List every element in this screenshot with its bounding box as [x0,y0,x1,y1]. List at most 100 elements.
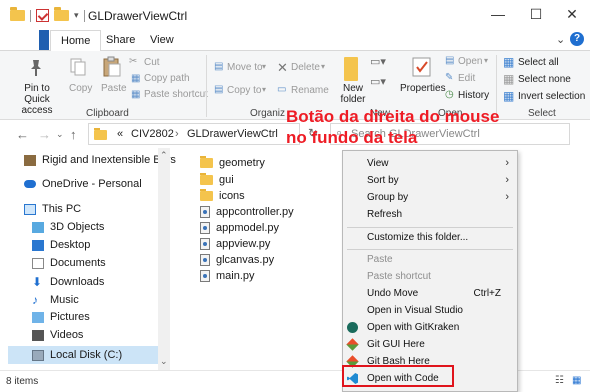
menu-item-open-visual-studio[interactable]: Open in Visual Studio [343,302,517,319]
tab-view[interactable]: View [150,34,174,46]
list-item[interactable]: gui [200,173,234,186]
help-icon[interactable]: ? [570,32,584,46]
list-item[interactable]: appview.py [200,238,270,250]
paste-shortcut-icon: ▦ [131,89,141,100]
menu-item-undo-move[interactable]: Undo Move Ctrl+Z [343,285,517,302]
list-item[interactable]: appmodel.py [200,222,279,234]
nav-scrollbar[interactable]: ⌃ ⌄ [158,148,170,370]
paste-button[interactable]: Paste [101,83,127,94]
recent-locations-icon[interactable]: ⌄ [56,129,64,140]
menu-item-open-gitkraken[interactable]: Open with GitKraken [343,319,517,336]
cut-button[interactable]: Cut [144,57,160,68]
pin-quick-access-button[interactable]: Pin to Quick access [11,83,63,116]
properties-button[interactable]: Properties [400,83,446,94]
minimize-button[interactable]: — [488,6,508,22]
breadcrumb-overflow[interactable]: « [117,128,123,140]
address-field[interactable]: « CIV2802 › GLDrawerViewCtrl [88,123,300,145]
cut-icon: ✂ [129,56,138,67]
group-select-label: Select [528,108,556,119]
python-file-icon [200,222,210,234]
nav-item-label: Pictures [50,311,90,323]
divider [30,9,31,22]
breadcrumb-civ2802[interactable]: CIV2802 [131,128,174,140]
menu-item-label: Paste [367,254,393,265]
breadcrumb-current[interactable]: GLDrawerViewCtrl [187,128,278,140]
menu-item-label: Open with GitKraken [367,322,460,333]
close-button[interactable]: ✕ [562,6,582,23]
menu-item-paste[interactable]: Paste [343,251,517,268]
customize-qat-icon[interactable]: ▾ [74,10,79,21]
move-to-button[interactable]: Move to [227,62,263,73]
maximize-button[interactable]: ☐ [526,6,546,23]
list-item[interactable]: geometry [200,156,265,169]
large-icons-view-icon[interactable]: ▦ [572,375,581,386]
list-item[interactable]: glcanvas.py [200,254,274,266]
nav-item-this-pc[interactable]: This PC [24,203,81,215]
nav-item-videos[interactable]: Videos [32,329,83,341]
nav-item-rigid-bars[interactable]: Rigid and Inextensible Bars [24,154,176,166]
select-none-button[interactable]: Select none [518,74,571,85]
open-button[interactable]: Open [458,56,482,67]
menu-item-group-by[interactable]: Group by › [343,189,517,206]
nav-item-local-disk[interactable]: Local Disk (C:) [8,346,158,364]
copy-button[interactable]: Copy [69,83,92,94]
copy-path-button[interactable]: Copy path [144,73,190,84]
chevron-right-icon: › [505,191,509,203]
copy-to-button[interactable]: Copy to [227,85,261,96]
gitkraken-icon [347,322,358,333]
menu-item-sort-by[interactable]: Sort by › [343,172,517,189]
nav-item-onedrive[interactable]: OneDrive - Personal [24,178,142,190]
context-menu: View › Sort by › Group by › Refresh Customi… [342,150,518,392]
invert-selection-button[interactable]: Invert selection [518,91,585,102]
list-item[interactable]: icons [200,189,245,202]
back-button[interactable]: ← [16,127,29,142]
item-count: 8 items [6,376,39,387]
python-file-icon [200,254,210,266]
scroll-down-icon[interactable]: ⌄ [160,356,168,367]
copy-icon [70,58,86,76]
group-organize-label: Organiz [250,108,286,119]
select-none-icon: ▦ [503,72,515,86]
forward-button[interactable]: → [38,127,51,142]
select-all-button[interactable]: Select all [518,57,559,68]
nav-item-documents[interactable]: Documents [32,257,106,269]
nav-item-downloads[interactable]: ⬇ Downloads [32,275,104,289]
list-item[interactable]: main.py [200,270,255,282]
delete-button[interactable]: Delete [291,62,320,73]
paste-shortcut-button[interactable]: Paste shortcut [144,89,208,100]
tab-home[interactable]: Home [50,30,102,51]
list-item[interactable]: appcontroller.py [200,206,294,218]
file-name: appview.py [216,238,271,250]
folder-icon [200,173,213,185]
menu-item-git-gui[interactable]: Git GUI Here [343,336,517,353]
open-with-code-highlight-box [342,365,454,387]
new-item-icon[interactable]: ▭▾ [370,55,386,68]
details-view-icon[interactable]: ☷ [555,375,564,386]
nav-item-3d-objects[interactable]: 3D Objects [32,221,104,233]
collapse-ribbon-icon[interactable]: ⌄ [556,33,565,46]
menu-item-customize[interactable]: Customize this folder... [343,229,517,246]
menu-item-refresh[interactable]: Refresh [343,206,517,223]
file-tab[interactable] [39,30,49,50]
quick-access-toolbar: ▾ [10,7,85,22]
history-button[interactable]: History [458,90,489,101]
easy-access-icon[interactable]: ▭▾ [370,75,386,88]
up-button[interactable]: ↑ [70,127,77,142]
nav-item-music[interactable]: ♪ Music [32,293,79,307]
ribbon-tabs: Home Share View ⌄ ? [0,30,590,51]
tab-share[interactable]: Share [106,34,135,46]
new-folder-icon[interactable] [54,7,69,21]
edit-button[interactable]: Edit [458,73,475,84]
menu-item-label: Git GUI Here [367,339,425,350]
menu-item-paste-shortcut[interactable]: Paste shortcut [343,268,517,285]
menu-item-view[interactable]: View › [343,155,517,172]
new-folder-button[interactable]: New folder [340,83,366,105]
nav-item-pictures[interactable]: Pictures [32,311,90,323]
breadcrumb-chevron-icon: › [175,128,179,140]
scroll-up-icon[interactable]: ⌃ [160,150,168,161]
history-icon: ◷ [445,89,454,100]
nav-item-desktop[interactable]: Desktop [32,239,90,251]
rename-button[interactable]: Rename [291,85,329,96]
menu-separator [347,227,513,228]
properties-check-icon[interactable] [36,9,49,22]
